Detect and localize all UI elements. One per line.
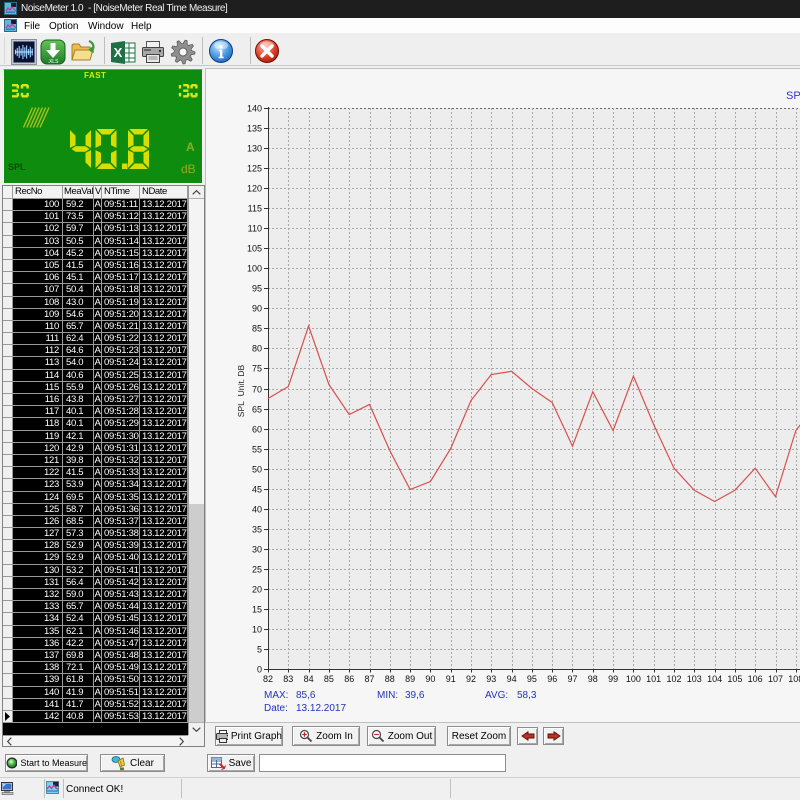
- svg-text:60: 60: [252, 425, 262, 435]
- svg-text:106: 106: [748, 674, 763, 684]
- svg-text:93: 93: [486, 674, 496, 684]
- svg-text:40: 40: [252, 505, 262, 515]
- svg-text:10: 10: [252, 625, 262, 635]
- svg-text:20: 20: [252, 585, 262, 595]
- svg-text:SPL Unit. DB: SPL Unit. DB: [236, 364, 246, 417]
- svg-text:103: 103: [687, 674, 702, 684]
- svg-text:90: 90: [252, 304, 262, 314]
- svg-text:102: 102: [666, 674, 681, 684]
- svg-text:100: 100: [247, 264, 262, 274]
- svg-text:140: 140: [247, 104, 262, 114]
- svg-text:35: 35: [252, 525, 262, 535]
- svg-text:104: 104: [707, 674, 722, 684]
- svg-text:120: 120: [247, 184, 262, 194]
- svg-text:87: 87: [364, 674, 374, 684]
- svg-text:108: 108: [788, 674, 800, 684]
- svg-text:130: 130: [247, 144, 262, 154]
- svg-text:75: 75: [252, 364, 262, 374]
- svg-text:95: 95: [527, 674, 537, 684]
- svg-text:105: 105: [247, 244, 262, 254]
- svg-text:45: 45: [252, 485, 262, 495]
- svg-text:85: 85: [252, 324, 262, 334]
- svg-text:105: 105: [727, 674, 742, 684]
- svg-text:5: 5: [257, 645, 262, 655]
- svg-text:115: 115: [248, 204, 262, 214]
- svg-text:94: 94: [507, 674, 517, 684]
- svg-text:95: 95: [252, 284, 262, 294]
- svg-text:15: 15: [252, 605, 262, 615]
- svg-text:70: 70: [252, 385, 262, 395]
- svg-text:50: 50: [252, 465, 262, 475]
- svg-text:80: 80: [252, 344, 262, 354]
- svg-text:82: 82: [263, 674, 273, 684]
- svg-text:SPL: SPL: [786, 90, 800, 102]
- svg-text:91: 91: [446, 674, 456, 684]
- svg-text:89: 89: [405, 674, 415, 684]
- svg-text:84: 84: [304, 674, 314, 684]
- svg-text:55: 55: [252, 445, 262, 455]
- svg-text:125: 125: [247, 164, 262, 174]
- svg-text:107: 107: [768, 674, 783, 684]
- svg-text:88: 88: [385, 674, 395, 684]
- svg-text:0: 0: [257, 665, 262, 675]
- svg-text:.XLS: .XLS: [48, 59, 60, 65]
- svg-text:96: 96: [547, 674, 557, 684]
- svg-text:97: 97: [567, 674, 577, 684]
- svg-text:85: 85: [324, 674, 334, 684]
- svg-text:65: 65: [252, 405, 262, 415]
- svg-text:135: 135: [247, 124, 262, 134]
- svg-text:83: 83: [283, 674, 293, 684]
- svg-text:86: 86: [344, 674, 354, 684]
- svg-text:X: X: [114, 45, 123, 60]
- svg-text:101: 101: [646, 674, 661, 684]
- svg-text:92: 92: [466, 674, 476, 684]
- svg-text:99: 99: [608, 674, 618, 684]
- svg-text:100: 100: [626, 674, 641, 684]
- svg-text:25: 25: [252, 565, 262, 575]
- svg-text:90: 90: [425, 674, 435, 684]
- svg-text:110: 110: [248, 224, 262, 234]
- svg-text:98: 98: [588, 674, 598, 684]
- svg-text:30: 30: [252, 545, 262, 555]
